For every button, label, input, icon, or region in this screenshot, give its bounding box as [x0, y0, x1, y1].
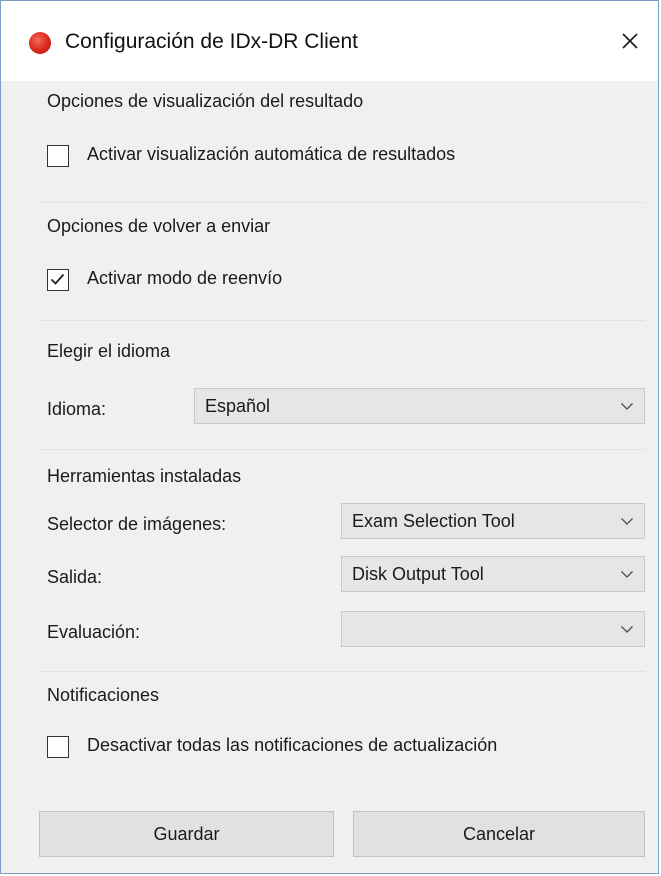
- chevron-down-icon: [620, 516, 634, 526]
- title-bar: Configuración de IDx-DR Client: [1, 1, 658, 81]
- section-divider: [41, 202, 645, 203]
- close-icon: [622, 33, 638, 49]
- checkmark-icon: [50, 273, 65, 285]
- save-button[interactable]: Guardar: [39, 811, 334, 857]
- evaluation-select[interactable]: [341, 611, 645, 647]
- language-heading: Elegir el idioma: [47, 341, 171, 361]
- notifications-heading: Notificaciones: [47, 685, 160, 705]
- output-value: Disk Output Tool: [352, 564, 484, 584]
- resend-mode-checkbox[interactable]: [47, 269, 69, 291]
- image-selector-select[interactable]: Exam Selection Tool: [341, 503, 645, 539]
- chevron-down-icon: [620, 401, 634, 411]
- chevron-down-icon: [620, 569, 634, 579]
- section-divider: [41, 449, 645, 450]
- output-select[interactable]: Disk Output Tool: [341, 556, 645, 592]
- disable-updates-label: Desactivar todas las notificaciones de a…: [87, 735, 498, 755]
- language-select-value: Español: [205, 396, 271, 416]
- app-logo-icon: [29, 32, 51, 54]
- auto-display-label: Activar visualización automática de resu…: [87, 144, 456, 164]
- installed-tools-heading: Herramientas instaladas: [47, 466, 242, 486]
- section-divider: [41, 671, 645, 672]
- output-label: Salida:: [47, 567, 103, 587]
- resend-options-heading: Opciones de volver a enviar: [47, 216, 271, 236]
- settings-dialog: Configuración de IDx-DR Client Opciones …: [0, 0, 659, 874]
- display-options-heading: Opciones de visualización del resultado: [47, 91, 364, 111]
- language-label: Idioma:: [47, 399, 107, 419]
- cancel-button[interactable]: Cancelar: [353, 811, 645, 857]
- image-selector-value: Exam Selection Tool: [352, 511, 515, 531]
- chevron-down-icon: [620, 624, 634, 634]
- resend-mode-label: Activar modo de reenvío: [87, 268, 283, 288]
- window-title: Configuración de IDx-DR Client: [65, 30, 358, 53]
- language-select[interactable]: Español: [194, 388, 645, 424]
- evaluation-label: Evaluación:: [47, 622, 141, 642]
- disable-updates-checkbox[interactable]: [47, 736, 69, 758]
- section-divider: [41, 320, 645, 321]
- image-selector-label: Selector de imágenes:: [47, 514, 227, 534]
- close-button[interactable]: [612, 23, 648, 59]
- auto-display-checkbox[interactable]: [47, 145, 69, 167]
